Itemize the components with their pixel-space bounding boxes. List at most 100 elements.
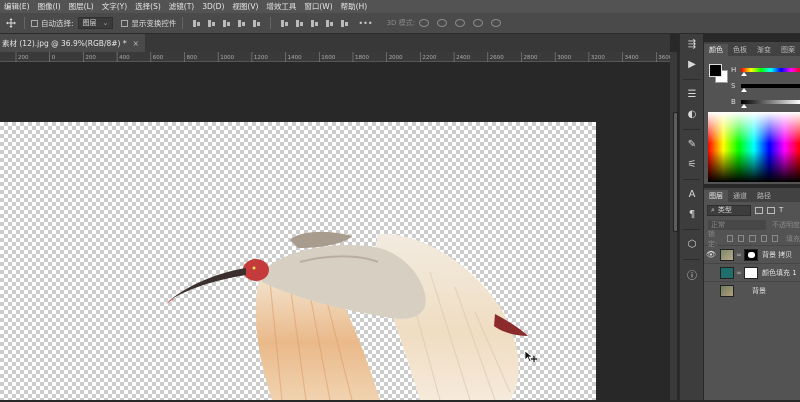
ruler-tick-label: 1200 — [254, 55, 268, 61]
ruler-ticks: 200 0 200 400 600 800 1000 1200 1400 1600 1800 2000… — [15, 52, 670, 62]
menu-layer[interactable]: 图层(L) — [69, 1, 94, 12]
character-icon[interactable]: A — [680, 184, 704, 204]
layer-mask-thumbnail[interactable] — [744, 266, 758, 279]
lock-all-icon[interactable] — [771, 235, 779, 242]
menu-view[interactable]: 视图(V) — [232, 1, 258, 12]
kind-filter-dropdown[interactable]: ⌕ 类型 — [707, 204, 751, 216]
hue-label: H — [731, 66, 737, 74]
kind-filter-value: 类型 — [717, 206, 732, 214]
history-icon[interactable]: ⇶ — [680, 34, 704, 54]
tab-swatches[interactable]: 色板 — [728, 44, 752, 56]
filter-type-icon[interactable]: T — [779, 206, 783, 214]
distribute-bottom-icon[interactable] — [310, 19, 319, 28]
lock-artboard-icon[interactable] — [760, 235, 767, 242]
menu-image[interactable]: 图像(I) — [38, 1, 61, 12]
saturation-track[interactable] — [741, 84, 800, 88]
layer-thumbnail — [720, 266, 734, 279]
ruler-tick-label: 2600 — [490, 55, 504, 61]
layer-thumbnail — [720, 248, 734, 261]
properties-icon[interactable]: ◐ — [680, 104, 704, 124]
brushes-icon[interactable]: ⚟ — [680, 154, 704, 174]
menu-window[interactable]: 窗口(W) — [304, 1, 332, 12]
menu-type[interactable]: 文字(Y) — [102, 1, 127, 12]
divider — [182, 17, 184, 29]
scrollbar-thumb[interactable] — [673, 112, 678, 232]
saturation-slider[interactable]: S — [731, 81, 800, 92]
auto-select-checkbox[interactable] — [31, 19, 38, 27]
slide-3d-icon — [473, 19, 483, 27]
tab-patterns[interactable]: 图案 — [776, 44, 800, 56]
lock-transparent-icon[interactable] — [726, 235, 734, 242]
brightness-track[interactable] — [741, 100, 800, 104]
eye-icon[interactable]: 👁 — [704, 250, 718, 259]
layer-mask-thumbnail[interactable] — [744, 248, 758, 261]
paragraph-icon[interactable]: ¶ — [680, 204, 704, 224]
brightness-slider[interactable]: B — [731, 97, 800, 108]
divider — [270, 17, 272, 29]
actions-play-icon[interactable]: ▶ — [680, 54, 704, 74]
ruler-tick-label: 800 — [187, 55, 198, 61]
menu-select[interactable]: 选择(S) — [135, 1, 161, 12]
color-spectrum[interactable] — [708, 112, 800, 182]
brightness-marker[interactable] — [741, 104, 747, 108]
foreground-color-swatch[interactable] — [709, 64, 722, 77]
distribute-left-icon[interactable] — [325, 19, 334, 28]
filter-adjustment-icon[interactable] — [767, 206, 775, 214]
hue-track[interactable] — [741, 68, 800, 72]
align-vcenter-icon[interactable] — [207, 19, 216, 28]
menu-plugins[interactable]: 增效工具 — [266, 1, 296, 12]
tab-paths[interactable]: 路径 — [752, 190, 776, 202]
distribute-vcenter-icon[interactable] — [295, 19, 304, 28]
tab-color[interactable]: 颜色 — [704, 44, 728, 56]
document-tab[interactable]: 素材 (12).jpg @ 36.9%(RGB/8#) * × — [0, 34, 145, 52]
auto-select-dropdown[interactable]: 图层 ⌄ — [77, 17, 114, 29]
menu-filter[interactable]: 滤镜(T) — [169, 1, 194, 12]
align-top-icon[interactable] — [192, 19, 201, 28]
move-tool-icon[interactable] — [4, 16, 18, 30]
ruler-tick-label: 600 — [153, 55, 164, 61]
more-options-icon[interactable]: ••• — [358, 19, 372, 28]
align-bottom-icon[interactable] — [222, 19, 231, 28]
canvas-workspace[interactable] — [0, 62, 670, 401]
distribute-right-icon[interactable] — [340, 19, 349, 28]
tab-channels[interactable]: 通道 — [728, 190, 752, 202]
adjustments-icon[interactable]: ☰ — [680, 84, 704, 104]
tab-layers[interactable]: 图层 — [704, 190, 728, 202]
panel-icon-strip: ⇶ ▶ ☰ ◐ ✎ ⚟ A ¶ ⬡ ⓘ — [679, 34, 703, 400]
align-left-icon[interactable] — [237, 19, 246, 28]
divider — [683, 174, 700, 180]
lock-image-icon[interactable] — [738, 235, 745, 242]
hue-marker[interactable] — [741, 72, 747, 76]
auto-select-toggle[interactable]: 自动选择: — [31, 18, 74, 29]
hue-slider[interactable]: H — [731, 65, 800, 76]
layer-row[interactable]: ∞ 颜色填充 1 — [704, 263, 800, 281]
document-tabs: 素材 (12).jpg @ 36.9%(RGB/8#) * × — [0, 34, 670, 52]
ruler-tick-label: 200 — [18, 55, 29, 61]
show-transform-checkbox[interactable] — [121, 19, 129, 27]
ruler-tick-label: 2400 — [456, 55, 470, 61]
saturation-label: S — [731, 82, 736, 90]
close-icon[interactable]: × — [133, 39, 139, 48]
distribute-top-icon[interactable] — [280, 19, 289, 28]
document-canvas[interactable] — [0, 122, 596, 401]
ruler-tick-label: 3000 — [557, 55, 571, 61]
saturation-marker[interactable] — [741, 88, 747, 92]
3d-cube-icon[interactable]: ⬡ — [680, 234, 704, 254]
vertical-scrollbar[interactable] — [670, 52, 678, 400]
menu-edit[interactable]: 编辑(E) — [4, 1, 30, 12]
layer-row[interactable]: 背景 — [704, 281, 800, 299]
align-hcenter-icon[interactable] — [252, 19, 261, 28]
lock-position-icon[interactable] — [749, 235, 756, 242]
divider — [24, 17, 25, 29]
info-icon[interactable]: ⓘ — [680, 264, 704, 284]
layer-name: 背景 — [752, 286, 766, 295]
show-transform-toggle[interactable]: 显示变换控件 — [121, 18, 176, 29]
brush-settings-icon[interactable]: ✎ — [680, 134, 704, 154]
tab-gradients[interactable]: 渐变 — [752, 44, 776, 56]
menu-3d[interactable]: 3D(D) — [202, 2, 224, 11]
ruler-tick-label: 200 — [85, 55, 96, 61]
divider — [683, 124, 700, 130]
filter-pixel-icon[interactable] — [755, 206, 763, 214]
layer-name: 背景 拷贝 — [762, 250, 793, 259]
menu-help[interactable]: 帮助(H) — [341, 1, 368, 12]
